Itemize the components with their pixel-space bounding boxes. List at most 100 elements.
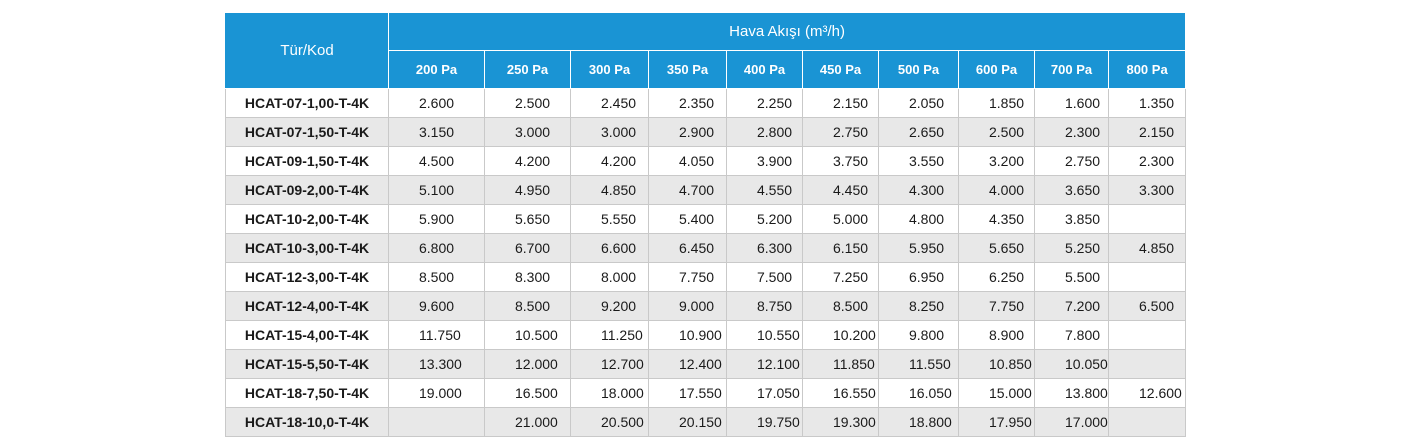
table-row: HCAT-18-10,0-T-4K 21.000 20.500 20.150 19.75… bbox=[225, 407, 1187, 437]
airflow-value-cell: 3.200 bbox=[958, 146, 1035, 176]
airflow-value-cell: 2.450 bbox=[570, 88, 649, 118]
airflow-value-cell: 20.150 bbox=[648, 407, 727, 437]
airflow-value-cell: 2.500 bbox=[958, 117, 1035, 147]
airflow-value-cell: 19.300 bbox=[802, 407, 879, 437]
airflow-value-cell: 1.600 bbox=[1034, 88, 1109, 118]
airflow-value-cell: 8.500 bbox=[388, 262, 485, 292]
airflow-value-cell: 10.200 bbox=[802, 320, 879, 350]
airflow-value-cell: 5.650 bbox=[484, 204, 571, 234]
airflow-value-cell: 12.100 bbox=[726, 349, 803, 379]
table-row: HCAT-12-4,00-T-4K 9.600 8.500 9.200 9.000 8.7… bbox=[225, 291, 1187, 321]
airflow-value-cell: 18.000 bbox=[570, 378, 649, 408]
airflow-value-cell: 11.850 bbox=[802, 349, 879, 379]
airflow-value-cell: 10.500 bbox=[484, 320, 571, 350]
airflow-value-cell: 8.500 bbox=[802, 291, 879, 321]
airflow-value-cell: 16.500 bbox=[484, 378, 571, 408]
airflow-value-cell: 19.750 bbox=[726, 407, 803, 437]
table-row: HCAT-07-1,00-T-4K 2.600 2.500 2.450 2.350 2.2… bbox=[225, 88, 1187, 118]
table-body: HCAT-07-1,00-T-4K 2.600 2.500 2.450 2.350 2.2… bbox=[225, 88, 1187, 437]
pressure-column-header: 300 Pa bbox=[570, 50, 649, 89]
pressure-column-header: 600 Pa bbox=[958, 50, 1035, 89]
airflow-value-cell: 3.300 bbox=[1107, 175, 1187, 205]
airflow-value-cell: 9.200 bbox=[570, 291, 649, 321]
airflow-value-cell: 10.050 bbox=[1034, 349, 1109, 379]
model-code-cell: HCAT-12-4,00-T-4K bbox=[225, 291, 389, 321]
airflow-value-cell: 2.150 bbox=[1107, 117, 1187, 147]
table-row: HCAT-09-2,00-T-4K 5.100 4.950 4.850 4.700 4.5… bbox=[225, 175, 1187, 205]
pressure-column-header: 200 Pa bbox=[388, 50, 485, 89]
airflow-value-cell: 7.500 bbox=[726, 262, 803, 292]
table-row: HCAT-10-3,00-T-4K 6.800 6.700 6.600 6.450 6.3… bbox=[225, 233, 1187, 263]
airflow-value-cell: 12.600 bbox=[1107, 378, 1187, 408]
airflow-value-cell: 4.500 bbox=[388, 146, 485, 176]
airflow-value-cell: 9.600 bbox=[388, 291, 485, 321]
airflow-value-cell: 4.450 bbox=[802, 175, 879, 205]
airflow-value-cell: 17.950 bbox=[958, 407, 1035, 437]
airflow-value-cell: 8.750 bbox=[726, 291, 803, 321]
airflow-value-cell: 2.500 bbox=[484, 88, 571, 118]
airflow-value-cell: 3.900 bbox=[726, 146, 803, 176]
airflow-value-cell: 2.750 bbox=[802, 117, 879, 147]
airflow-value-cell: 4.200 bbox=[570, 146, 649, 176]
airflow-value-cell: 2.150 bbox=[802, 88, 879, 118]
airflow-value-cell: 2.800 bbox=[726, 117, 803, 147]
airflow-value-cell: 6.500 bbox=[1107, 291, 1187, 321]
pressure-column-header: 250 Pa bbox=[484, 50, 571, 89]
airflow-value-cell: 4.550 bbox=[726, 175, 803, 205]
airflow-value-cell: 17.050 bbox=[726, 378, 803, 408]
airflow-value-cell: 7.200 bbox=[1034, 291, 1109, 321]
airflow-value-cell: 18.800 bbox=[878, 407, 959, 437]
airflow-value-cell bbox=[1107, 262, 1187, 292]
pressure-column-header: 500 Pa bbox=[878, 50, 959, 89]
airflow-value-cell: 4.700 bbox=[648, 175, 727, 205]
airflow-value-cell: 11.550 bbox=[878, 349, 959, 379]
airflow-value-cell: 6.600 bbox=[570, 233, 649, 263]
airflow-value-cell: 8.250 bbox=[878, 291, 959, 321]
airflow-value-cell: 3.650 bbox=[1034, 175, 1109, 205]
airflow-value-cell: 13.800 bbox=[1034, 378, 1109, 408]
airflow-table: Tür/Kod Hava Akışı (m³/h) 200 Pa 250 Pa 30… bbox=[225, 12, 1187, 437]
airflow-value-cell: 8.300 bbox=[484, 262, 571, 292]
model-code-cell: HCAT-15-4,00-T-4K bbox=[225, 320, 389, 350]
airflow-value-cell: 2.300 bbox=[1034, 117, 1109, 147]
airflow-value-cell: 5.100 bbox=[388, 175, 485, 205]
airflow-value-cell: 17.000 bbox=[1034, 407, 1109, 437]
airflow-value-cell: 2.300 bbox=[1107, 146, 1187, 176]
airflow-value-cell: 2.050 bbox=[878, 88, 959, 118]
table-row: HCAT-09-1,50-T-4K 4.500 4.200 4.200 4.050 3.9… bbox=[225, 146, 1187, 176]
model-code-cell: HCAT-10-3,00-T-4K bbox=[225, 233, 389, 263]
airflow-value-cell bbox=[1107, 204, 1187, 234]
airflow-value-cell: 2.900 bbox=[648, 117, 727, 147]
airflow-value-cell: 3.000 bbox=[570, 117, 649, 147]
airflow-value-cell: 4.850 bbox=[570, 175, 649, 205]
airflow-value-cell: 12.000 bbox=[484, 349, 571, 379]
airflow-value-cell: 16.050 bbox=[878, 378, 959, 408]
airflow-value-cell: 9.000 bbox=[648, 291, 727, 321]
airflow-value-cell: 5.550 bbox=[570, 204, 649, 234]
airflow-value-cell: 5.900 bbox=[388, 204, 485, 234]
airflow-value-cell: 9.800 bbox=[878, 320, 959, 350]
code-column-header: Tür/Kod bbox=[225, 12, 389, 89]
airflow-value-cell: 7.750 bbox=[648, 262, 727, 292]
airflow-value-cell: 1.350 bbox=[1107, 88, 1187, 118]
airflow-value-cell: 2.350 bbox=[648, 88, 727, 118]
airflow-value-cell: 5.250 bbox=[1034, 233, 1109, 263]
airflow-value-cell: 20.500 bbox=[570, 407, 649, 437]
airflow-value-cell: 3.000 bbox=[484, 117, 571, 147]
airflow-value-cell: 11.750 bbox=[388, 320, 485, 350]
airflow-value-cell: 4.350 bbox=[958, 204, 1035, 234]
model-code-cell: HCAT-10-2,00-T-4K bbox=[225, 204, 389, 234]
pressure-column-header: 350 Pa bbox=[648, 50, 727, 89]
airflow-value-cell: 12.400 bbox=[648, 349, 727, 379]
pressure-column-header: 700 Pa bbox=[1034, 50, 1109, 89]
airflow-value-cell: 2.600 bbox=[388, 88, 485, 118]
table-row: HCAT-15-4,00-T-4K 11.750 10.500 11.250 10.90… bbox=[225, 320, 1187, 350]
airflow-value-cell: 11.250 bbox=[570, 320, 649, 350]
airflow-value-cell: 4.950 bbox=[484, 175, 571, 205]
airflow-value-cell: 21.000 bbox=[484, 407, 571, 437]
pressure-column-header: 450 Pa bbox=[802, 50, 879, 89]
model-code-cell: HCAT-09-2,00-T-4K bbox=[225, 175, 389, 205]
airflow-value-cell: 12.700 bbox=[570, 349, 649, 379]
model-code-cell: HCAT-09-1,50-T-4K bbox=[225, 146, 389, 176]
airflow-value-cell: 17.550 bbox=[648, 378, 727, 408]
